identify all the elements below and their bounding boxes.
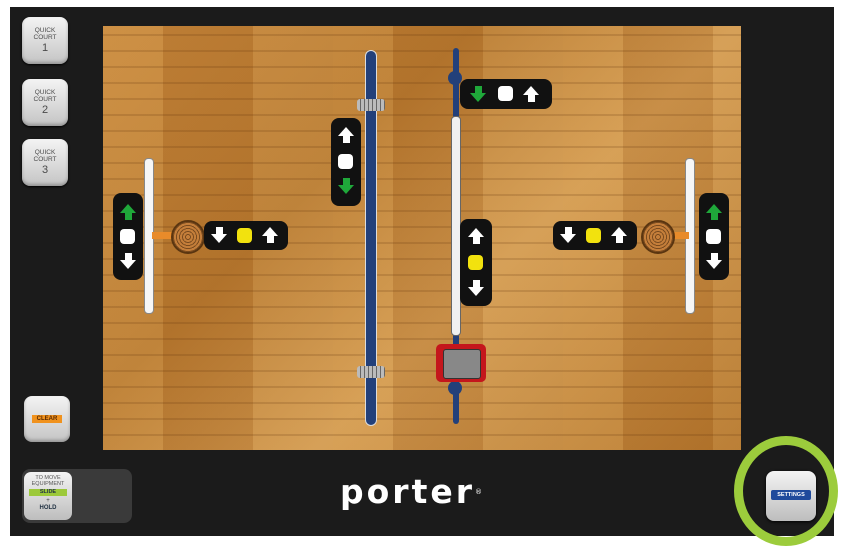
net-post-bottom — [448, 381, 462, 395]
clear-button[interactable]: CLEAR — [24, 396, 70, 442]
right-goal-fold-controls — [553, 221, 637, 250]
curtain-bottom-clamp — [357, 366, 385, 378]
arrow-up-icon[interactable] — [611, 227, 627, 243]
arrow-down-icon[interactable] — [560, 227, 576, 243]
right-goal-height-controls — [699, 193, 729, 280]
quick-court-label: QUICK COURT — [33, 89, 57, 103]
basketball-hoop-icon — [171, 220, 205, 254]
quick-court-label: QUICK COURT — [33, 27, 57, 41]
arrow-up-icon[interactable] — [706, 204, 722, 220]
stop-square-icon[interactable] — [586, 228, 601, 243]
clear-label: CLEAR — [32, 415, 62, 423]
arrow-up-icon[interactable] — [468, 228, 484, 244]
arrow-down-icon[interactable] — [706, 253, 722, 269]
plus-label: + — [46, 498, 50, 504]
arrow-down-icon[interactable] — [120, 253, 136, 269]
arrow-up-icon[interactable] — [120, 204, 136, 220]
arrow-down-icon[interactable] — [211, 227, 227, 243]
curtain-controls — [331, 118, 361, 206]
porter-logo: porter® — [340, 475, 510, 508]
left-goal-fold-controls — [204, 221, 288, 250]
stop-square-icon[interactable] — [706, 229, 721, 244]
net-tension-controls — [460, 219, 492, 306]
net-winch-icon[interactable] — [436, 344, 486, 382]
logo-text: porter — [340, 472, 475, 511]
quick-court-number: 2 — [41, 104, 49, 116]
arrow-down-icon[interactable] — [468, 280, 484, 296]
move-equipment-slider[interactable]: TO MOVE EQUIPMENT SLIDE + HOLD — [24, 472, 72, 520]
arrow-down-icon[interactable] — [338, 178, 354, 194]
net-top-controls — [460, 79, 552, 109]
slide-label: SLIDE — [29, 489, 67, 496]
registered-mark: ® — [475, 488, 482, 496]
arrow-up-icon[interactable] — [262, 227, 278, 243]
move-hint-text: TO MOVE EQUIPMENT — [31, 475, 65, 487]
arrow-down-icon[interactable] — [470, 86, 486, 102]
court-floor — [103, 26, 741, 450]
quick-court-3-button[interactable]: QUICK COURT 3 — [22, 139, 68, 186]
quick-court-number: 3 — [41, 164, 49, 176]
basketball-hoop-icon — [641, 220, 675, 254]
arrow-up-icon[interactable] — [338, 127, 354, 143]
stop-square-icon[interactable] — [120, 229, 135, 244]
arrow-up-icon[interactable] — [523, 86, 539, 102]
quick-court-2-button[interactable]: QUICK COURT 2 — [22, 79, 68, 126]
stop-square-icon[interactable] — [338, 154, 353, 169]
highlight-ring — [734, 436, 838, 546]
stop-square-icon[interactable] — [237, 228, 252, 243]
stop-square-icon[interactable] — [498, 86, 513, 101]
hold-label: HOLD — [39, 505, 57, 511]
stop-square-icon[interactable] — [468, 255, 483, 270]
left-goal-height-controls — [113, 193, 143, 280]
quick-court-label: QUICK COURT — [33, 149, 57, 163]
quick-court-1-button[interactable]: QUICK COURT 1 — [22, 17, 68, 64]
quick-court-number: 1 — [41, 42, 49, 54]
curtain-top-clamp — [357, 99, 385, 111]
